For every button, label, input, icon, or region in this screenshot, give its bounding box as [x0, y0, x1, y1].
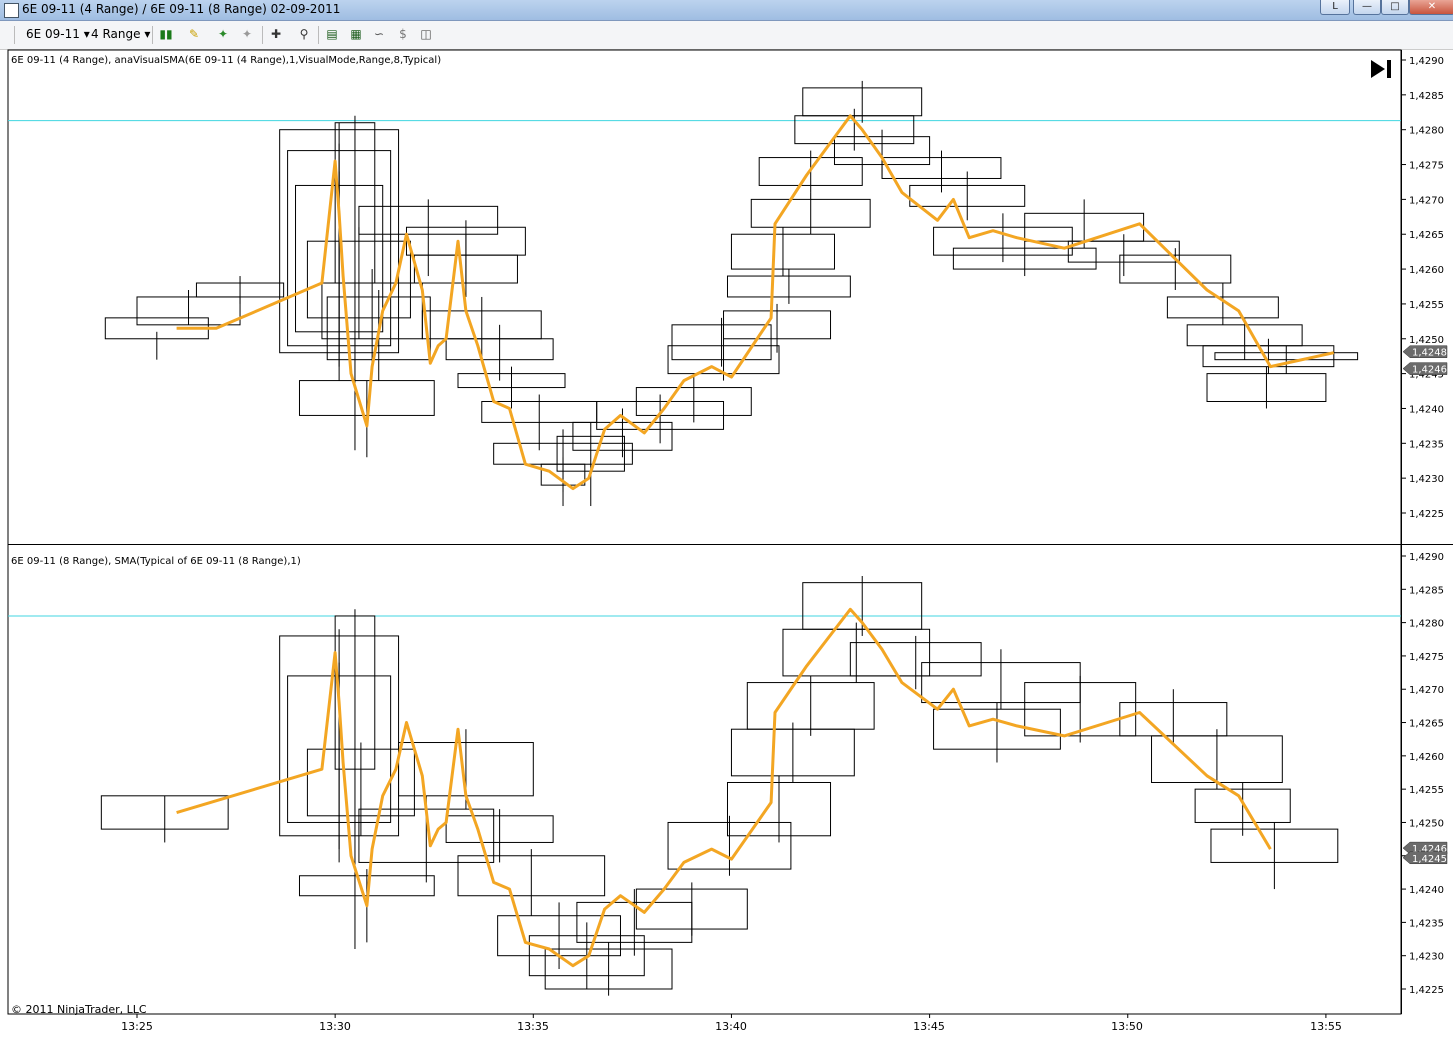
y-tick-label: 1,4240: [1409, 404, 1444, 415]
y-tick-label: 1,4270: [1409, 195, 1444, 206]
x-tick-label: 13:55: [1310, 1020, 1342, 1033]
panel-2-title: 6E 09-11 (8 Range), SMA(Typical of 6E 09…: [11, 556, 301, 567]
sma-line: [176, 114, 1335, 491]
x-tick-label: 13:30: [319, 1020, 351, 1033]
x-tick-label: 13:25: [121, 1020, 153, 1033]
y-tick-label: 1,4280: [1409, 126, 1444, 137]
y-tick-label: 1,4225: [1409, 509, 1444, 520]
x-tick-label: 13:40: [715, 1020, 747, 1033]
panel-1-title: 6E 09-11 (4 Range), anaVisualSMA(6E 09-1…: [11, 55, 442, 66]
y-tick-label: 1,4260: [1409, 752, 1444, 763]
sma-line: [176, 607, 1272, 968]
y-tick-label: 1,4265: [1409, 230, 1444, 241]
y-tick-label: 1,4285: [1409, 91, 1444, 102]
y-tick-label: 1,4285: [1409, 585, 1444, 596]
y-tick-label: 1,4290: [1409, 56, 1444, 67]
y-tick-label: 1,4255: [1409, 300, 1444, 311]
y-tick-label: 1,4270: [1409, 685, 1444, 696]
y-tick-label: 1,4280: [1409, 619, 1444, 630]
chart-canvas[interactable]: 1,4290 1,4285 1,4280 1,4275 1,4270 1,4265 1,42…: [0, 0, 1453, 1042]
x-tick-label: 13:50: [1111, 1020, 1143, 1033]
price-marker-label: 1,4248: [1412, 348, 1447, 359]
y-tick-label: 1,4290: [1409, 552, 1444, 563]
y-tick-label: 1,4275: [1409, 652, 1444, 663]
y-tick-label: 1,4275: [1409, 161, 1444, 172]
price-marker-label: 1,4246: [1412, 365, 1447, 376]
y-tick-label: 1,4235: [1409, 918, 1444, 929]
y-tick-label: 1,4230: [1409, 952, 1444, 963]
y-tick-label: 1,4255: [1409, 785, 1444, 796]
y-tick-label: 1,4235: [1409, 439, 1444, 450]
y-tick-label: 1,4265: [1409, 719, 1444, 730]
y-tick-label: 1,4240: [1409, 885, 1444, 896]
y-tick-label: 1,4260: [1409, 265, 1444, 276]
y-tick-label: 1,4250: [1409, 818, 1444, 829]
x-tick-label: 13:45: [913, 1020, 945, 1033]
copyright-notice: © 2011 NinjaTrader, LLC: [11, 1003, 147, 1016]
price-marker-label: 1,4245: [1412, 854, 1447, 865]
y-tick-label: 1,4225: [1409, 985, 1444, 996]
y-tick-label: 1,4250: [1409, 335, 1444, 346]
jump-to-end-icon[interactable]: [1369, 58, 1393, 80]
x-tick-label: 13:35: [517, 1020, 549, 1033]
y-tick-label: 1,4230: [1409, 474, 1444, 485]
